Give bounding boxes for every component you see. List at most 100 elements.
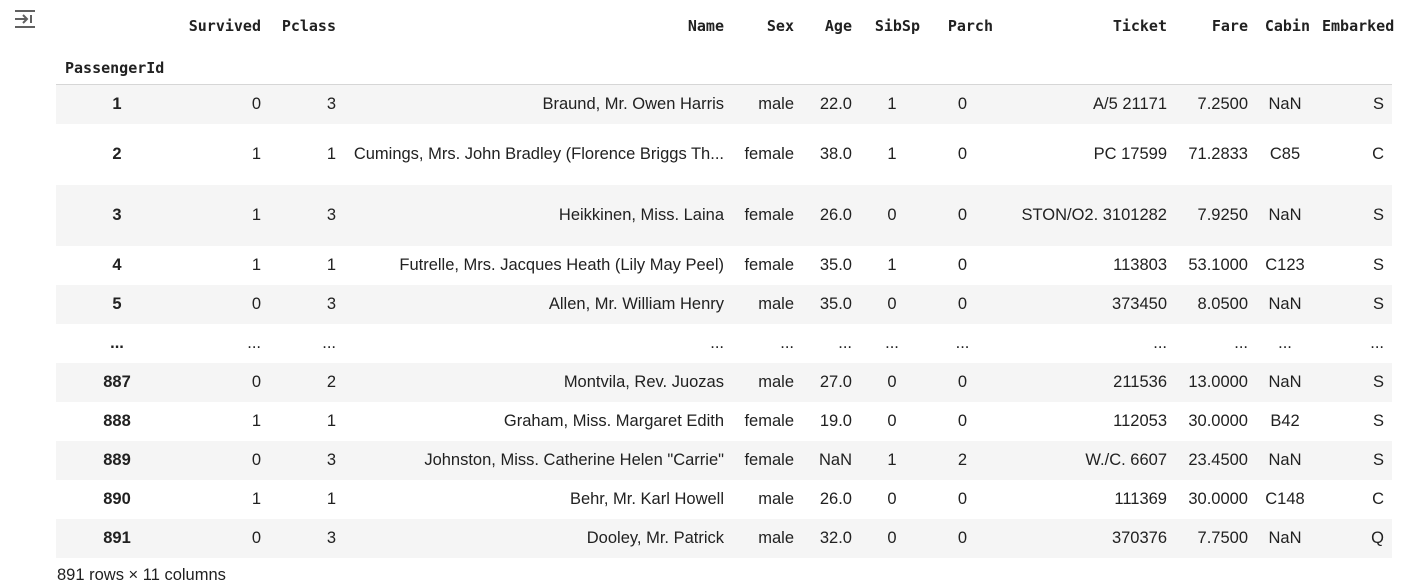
table-cell: 0 [957,529,968,547]
table-cell: 7.9250 [1197,206,1248,224]
column-header: Name [687,17,724,35]
table-cell: 0 [887,373,897,391]
table-cell: Dooley, Mr. Patrick [586,529,724,547]
row-index: 2 [112,144,122,163]
table-cell: NaN [818,451,852,469]
table-cell: 3 [326,295,336,313]
row-index: 891 [103,528,131,547]
ellipsis-row: ... ... ... ... ... ... ... ... ... ... … [56,323,1392,363]
table-cell: NaN [1268,451,1302,469]
table-cell: A/5 21171 [1092,95,1167,114]
column-header-blank [56,0,178,52]
column-header-row: Survived Pclass Name Sex Age SibSp Parch… [56,0,1395,52]
table-cell: W./C. 6607 [1085,451,1167,469]
table-cell: male [758,490,794,508]
table-cell: NaN [1268,529,1302,547]
column-header: Ticket [1112,17,1167,35]
table-cell: Q [1371,529,1384,547]
table-cell: 1 [887,451,897,469]
table-cell: PC 17599 [1093,145,1167,163]
table-cell: male [758,95,794,114]
column-header: Pclass [281,17,336,35]
table-cell: 3 [326,95,336,114]
table-cell: Cumings, Mrs. John Bradley (Florence Bri… [353,145,724,163]
table-cell: 1 [887,145,897,163]
table-row: 890 1 1 Behr, Mr. Karl Howell male 26.0 … [56,479,1392,519]
table-cell: 0 [957,256,968,274]
table-cell: ... [955,334,970,352]
table-cell: 2 [326,373,336,391]
table-cell: 3 [326,206,336,224]
table-cell: C [1372,490,1384,508]
table-cell: female [744,256,794,274]
table-cell: 38.0 [819,145,852,163]
table-cell: male [758,529,794,547]
table-cell: 27.0 [819,373,852,391]
table-cell: 22.0 [819,95,852,114]
output-toggle-button[interactable] [10,4,40,34]
table-cell: 1 [251,490,261,508]
table-cell: 1 [251,145,261,163]
table-cell: 71.2833 [1188,145,1248,163]
table-cell: Graham, Miss. Margaret Edith [503,412,724,430]
row-index: 889 [103,450,131,469]
column-header: Fare [1211,17,1248,35]
table-cell: 19.0 [819,412,852,430]
table-cell: 1 [251,256,261,274]
table-cell: C148 [1265,490,1305,508]
row-index: 1 [112,94,122,113]
table-row: 889 0 3 Johnston, Miss. Catherine Helen … [56,440,1392,480]
table-cell: S [1372,373,1384,391]
column-header: SibSp [874,17,920,35]
table-cell: Allen, Mr. William Henry [548,295,724,313]
table-cell: 26.0 [819,206,852,224]
table-cell: S [1372,412,1384,430]
table-cell: 111369 [1114,490,1167,508]
table-cell: S [1372,295,1384,313]
table-cell: Futrelle, Mrs. Jacques Heath (Lily May P… [399,256,724,274]
table-cell: 53.1000 [1188,256,1248,274]
column-header: Parch [947,17,993,35]
table-cell: ... [247,334,261,352]
table-cell: 1 [251,412,261,430]
table-cell: 35.0 [819,256,852,274]
index-name: PassengerId [56,52,178,85]
table-cell: NaN [1268,295,1302,313]
table-cell: female [744,412,794,430]
table-cell: 211536 [1113,373,1167,391]
table-cell: 113803 [1113,256,1167,274]
table-cell: NaN [1268,373,1302,391]
table-cell: C123 [1265,256,1305,274]
table-row: 5 0 3 Allen, Mr. William Henry male 35.0… [56,284,1392,324]
table-cell: 0 [887,412,897,430]
table-row: 891 0 3 Dooley, Mr. Patrick male 32.0 0 … [56,518,1392,558]
row-index: 5 [112,294,122,313]
table-cell: 0 [251,373,261,391]
table-cell: ... [1370,334,1384,352]
table-cell: ... [322,334,336,352]
table-cell: 7.2500 [1197,95,1248,114]
column-header: Embarked [1322,17,1395,35]
table-row: 3 1 3 Heikkinen, Miss. Laina female 26.0… [56,184,1392,246]
table-row: 1 0 3 Braund, Mr. Owen Harris male 22.0 … [56,84,1392,124]
row-index: 3 [112,205,122,224]
table-cell: C85 [1269,145,1301,163]
table-cell: ... [710,334,724,352]
table-cell: S [1372,451,1384,469]
dataframe-output: Survived Pclass Name Sex Age SibSp Parch… [56,0,1395,558]
table-cell: 0 [887,295,897,313]
table-cell: 0 [957,295,968,313]
table-cell: NaN [1268,206,1302,224]
table-cell: female [744,145,794,163]
table-cell: male [758,295,794,313]
table-cell: female [744,206,794,224]
column-header: Age [824,17,852,35]
table-cell: S [1372,256,1384,274]
table-cell: 112053 [1113,412,1167,430]
table-cell: female [744,451,794,469]
table-cell: 0 [251,451,261,469]
table-cell: 0 [887,206,897,224]
row-index: 888 [103,411,131,430]
table-cell: STON/O2. 3101282 [1021,206,1167,224]
table-body: 1 0 3 Braund, Mr. Owen Harris male 22.0 … [56,84,1392,558]
